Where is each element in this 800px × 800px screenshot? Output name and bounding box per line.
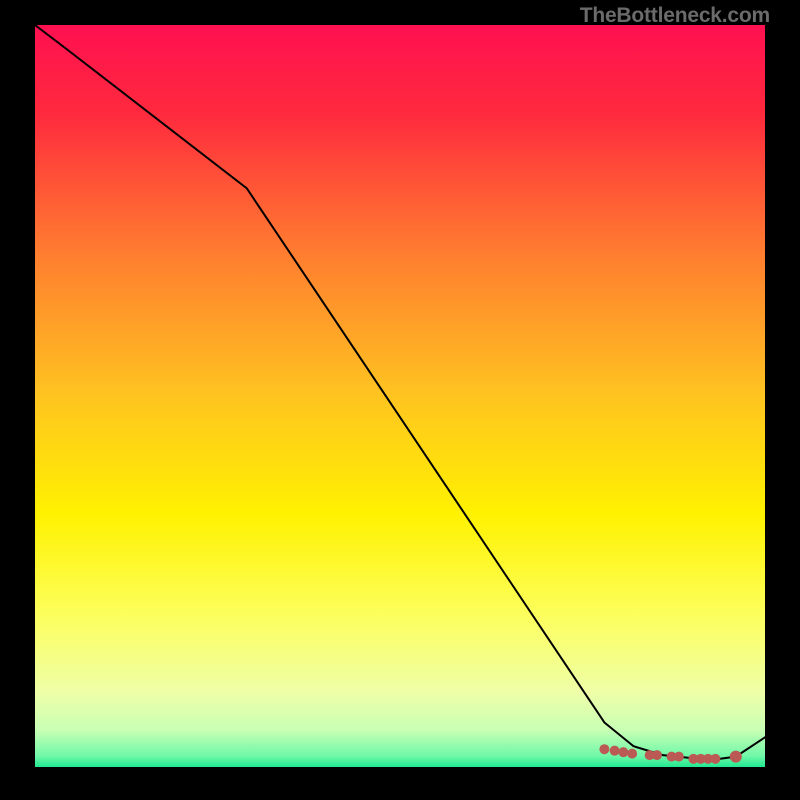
marker-dot xyxy=(627,749,637,759)
chart-svg xyxy=(35,25,765,767)
marker-dot xyxy=(610,746,620,756)
watermark-text: TheBottleneck.com xyxy=(580,4,770,28)
marker-dot xyxy=(730,751,742,763)
marker-dot xyxy=(618,747,628,757)
chart-background xyxy=(35,25,765,767)
marker-dot xyxy=(674,752,684,762)
chart-stage: TheBottleneck.com xyxy=(0,0,800,800)
marker-dot xyxy=(710,754,720,764)
marker-dot xyxy=(652,750,662,760)
marker-dot xyxy=(599,744,609,754)
plot-area xyxy=(35,25,765,767)
